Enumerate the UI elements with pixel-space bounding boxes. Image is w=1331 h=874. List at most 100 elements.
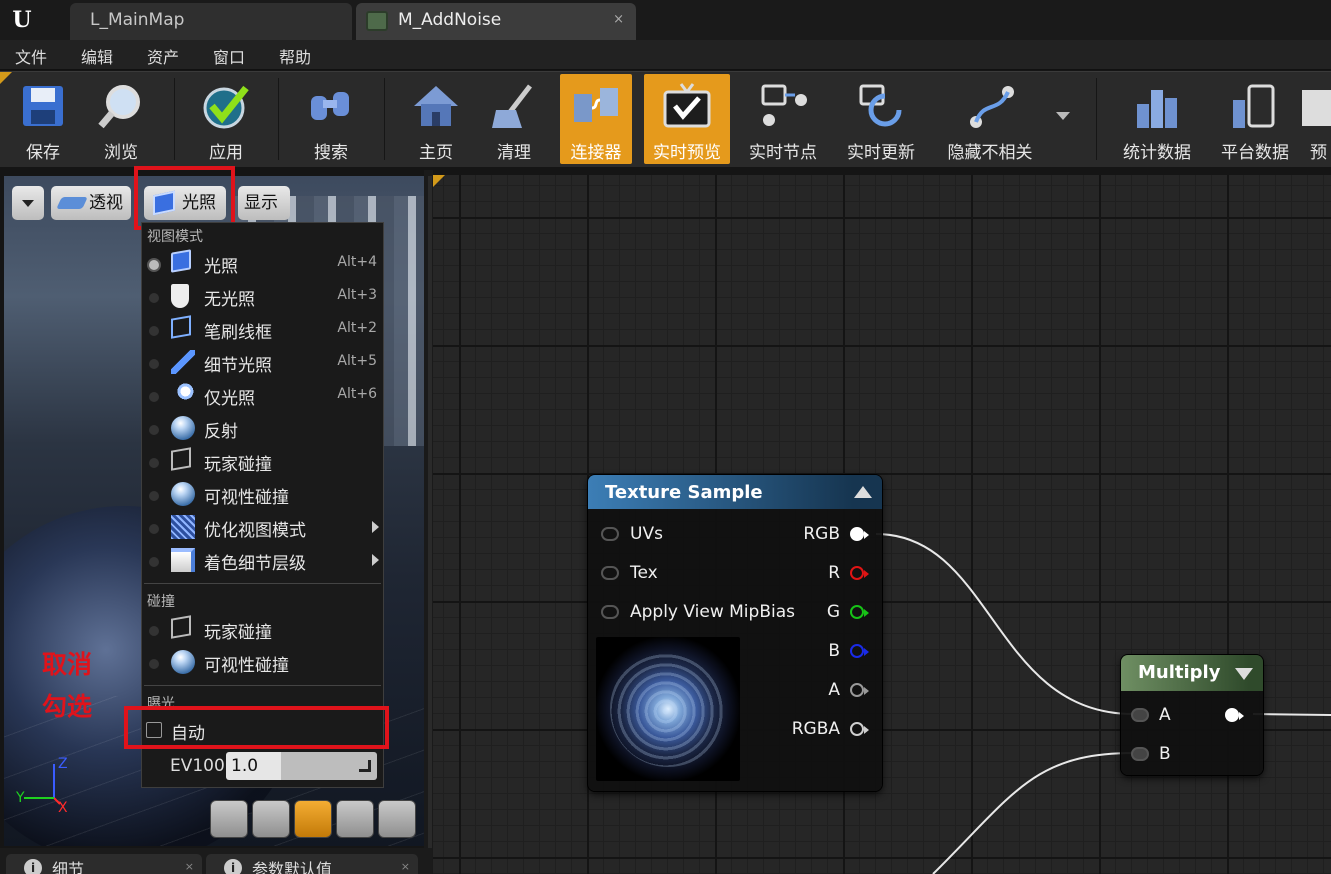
show-button[interactable]: 显示 — [238, 186, 290, 220]
ev100-label: EV100 — [170, 756, 225, 776]
axis-x-label: X — [58, 800, 68, 814]
toolbar-separator — [384, 78, 385, 160]
menu-item-reflection[interactable]: 反射 — [142, 412, 383, 445]
radio-icon — [149, 425, 159, 435]
menu-divider — [144, 583, 381, 584]
expand-arrow-icon[interactable] — [359, 760, 371, 772]
visibility-collision-icon — [171, 650, 195, 674]
clean-button[interactable]: 清理 — [471, 74, 557, 164]
close-tab-icon[interactable]: × — [613, 3, 624, 37]
chevron-down-icon[interactable] — [1056, 112, 1070, 120]
wire-to-b — [932, 752, 1134, 874]
menu-item-lod-coloration[interactable]: 着色细节层级 — [142, 544, 383, 577]
menu-file[interactable]: 文件 — [15, 44, 47, 68]
menu-asset[interactable]: 资产 — [147, 44, 179, 68]
clean-icon — [492, 84, 532, 128]
collapse-arrow-icon[interactable] — [854, 486, 872, 498]
menu-item-unlit[interactable]: 无光照 Alt+3 — [142, 280, 383, 313]
menu-window[interactable]: 窗口 — [213, 44, 245, 68]
visibility-collision-icon — [171, 482, 195, 506]
home-button[interactable]: 主页 — [393, 74, 479, 164]
perspective-icon — [56, 197, 88, 209]
search-button[interactable]: 搜索 — [288, 74, 374, 164]
platform-stats-icon — [1233, 84, 1275, 128]
menu-item-lighting-only[interactable]: 仅光照 Alt+6 — [142, 379, 383, 412]
unreal-logo-icon[interactable]: U — [6, 4, 38, 36]
input-pin-b[interactable] — [1131, 747, 1149, 761]
input-pin-a[interactable] — [1131, 708, 1149, 722]
menu-edit[interactable]: 编辑 — [81, 44, 113, 68]
live-preview-button[interactable]: 实时预览 — [644, 74, 730, 164]
close-icon[interactable]: × — [185, 860, 194, 873]
menu-item-visibility-collision[interactable]: 可视性碰撞 — [142, 478, 383, 511]
cube-preview-icon[interactable] — [336, 800, 374, 838]
output-pin-b[interactable] — [850, 644, 869, 658]
splitter-handle[interactable] — [428, 176, 432, 874]
radio-icon — [149, 359, 159, 369]
live-nodes-button[interactable]: 实时节点 — [740, 74, 826, 164]
toolbar-separator — [1096, 78, 1097, 160]
expand-arrow-icon[interactable] — [1235, 668, 1253, 680]
texture-sample-node[interactable]: Texture Sample UVs Tex Apply View MipBia… — [588, 475, 882, 791]
tab-level-map[interactable]: L_MainMap — [70, 3, 352, 40]
player-collision-icon — [171, 615, 191, 639]
info-icon: i — [24, 859, 42, 874]
menu-item-optimization-viewmodes[interactable]: 优化视图模式 — [142, 511, 383, 544]
wire-rgb-to-a — [875, 533, 1134, 715]
menu-bar: 文件 编辑 资产 窗口 帮助 — [0, 40, 1331, 70]
stats-button[interactable]: 统计数据 — [1114, 74, 1200, 164]
input-pin-mipbias[interactable] — [601, 605, 619, 619]
material-graph[interactable]: Texture Sample UVs Tex Apply View MipBia… — [433, 175, 1331, 874]
highlight-lit-button — [134, 166, 235, 230]
output-pin[interactable] — [1225, 708, 1244, 722]
toolbar-separator — [174, 78, 175, 160]
menu-item-player-collision[interactable]: 玩家碰撞 — [142, 445, 383, 478]
menu-item-wireframe[interactable]: 笔刷线框 Alt+2 — [142, 313, 383, 346]
live-update-button[interactable]: 实时更新 — [838, 74, 924, 164]
sphere-preview-icon[interactable] — [252, 800, 290, 838]
plane-preview-icon[interactable] — [294, 800, 332, 838]
platform-stats-button[interactable]: 平台数据 — [1212, 74, 1298, 164]
teapot-preview-icon[interactable] — [378, 800, 416, 838]
perspective-button[interactable]: 透视 — [51, 186, 131, 220]
ev100-spinbox[interactable]: 1.0 — [226, 752, 377, 780]
view-mode-menu: 视图模式 光照 Alt+4 无光照 Alt+3 笔刷线框 Alt+2 细节光照 … — [141, 222, 384, 788]
output-pin-rgb[interactable] — [850, 527, 869, 541]
input-pin-tex[interactable] — [601, 566, 619, 580]
wire-multiply-out — [1252, 713, 1331, 716]
toolbar: 保存 浏览 应用 搜索 主页 清理 连接器 实时预览 实时节点 实时更新 隐藏不… — [0, 71, 1331, 167]
apply-button[interactable]: 应用 — [183, 74, 269, 164]
unlit-icon — [171, 284, 189, 308]
browse-button[interactable]: 浏览 — [78, 74, 164, 164]
multiply-node[interactable]: Multiply A B — [1121, 655, 1263, 775]
connector-button[interactable]: 连接器 — [560, 74, 632, 164]
menu-item-detail-lighting[interactable]: 细节光照 Alt+5 — [142, 346, 383, 379]
output-pin-a[interactable] — [850, 683, 869, 697]
reflection-icon — [171, 416, 195, 440]
menu-item-visibility-collision-2[interactable]: 可视性碰撞 — [142, 646, 383, 679]
tab-parameter-defaults[interactable]: i 参数默认值 × — [206, 854, 418, 874]
output-pin-r[interactable] — [850, 566, 869, 580]
tab-material[interactable]: M_AddNoise × — [356, 3, 636, 40]
wireframe-icon — [171, 315, 191, 339]
menu-divider — [144, 685, 381, 686]
output-pin-g[interactable] — [850, 605, 869, 619]
radio-icon — [149, 458, 159, 468]
viewport-options-dropdown[interactable] — [12, 186, 44, 220]
menu-item-player-collision-2[interactable]: 玩家碰撞 — [142, 613, 383, 646]
preview-button[interactable]: 预 — [1300, 74, 1331, 164]
menu-help[interactable]: 帮助 — [279, 44, 311, 68]
save-button[interactable]: 保存 — [0, 74, 86, 164]
menu-item-lit[interactable]: 光照 Alt+4 — [142, 247, 383, 280]
input-pin-uvs[interactable] — [601, 527, 619, 541]
hide-unrelated-button[interactable]: 隐藏不相关 — [940, 74, 1040, 164]
output-pin-rgba[interactable] — [850, 722, 869, 736]
lit-cube-icon — [171, 249, 191, 273]
home-icon — [414, 86, 458, 126]
tab-details[interactable]: i 细节 × — [6, 854, 202, 874]
cylinder-preview-icon[interactable] — [210, 800, 248, 838]
axis-gizmo: Z X Y — [15, 756, 68, 814]
material-icon — [366, 11, 388, 31]
view-mode-header: 视图模式 — [147, 229, 203, 245]
close-icon[interactable]: × — [401, 860, 410, 873]
